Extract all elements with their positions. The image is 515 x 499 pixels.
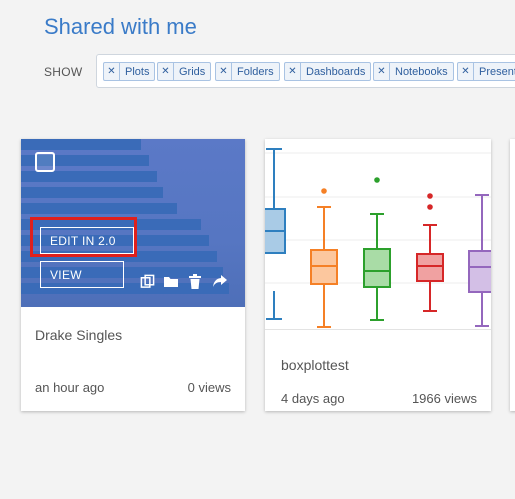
page-title: Shared with me — [44, 14, 197, 39]
filter-bar[interactable]: ✕ Plots ✕ Grids ✕ Folders ✕ Dashboards ✕… — [96, 54, 515, 88]
filter-chip-presentations[interactable]: ✕ Presentations — [457, 62, 515, 81]
card-thumbnail[interactable] — [265, 139, 491, 329]
chip-label: Grids — [179, 65, 206, 78]
box-purple — [468, 194, 491, 327]
chip-label: Presentations — [479, 65, 515, 78]
box-red — [416, 193, 444, 312]
thumbnail-bar — [21, 139, 141, 150]
file-card[interactable] — [510, 139, 515, 411]
filter-chip-folders[interactable]: ✕ Folders — [215, 62, 280, 81]
card-timestamp: an hour ago — [35, 380, 105, 395]
card-divider — [265, 329, 491, 330]
remove-icon[interactable]: ✕ — [158, 63, 174, 80]
copy-icon[interactable] — [139, 273, 155, 289]
filter-chip-dashboards[interactable]: ✕ Dashboards — [284, 62, 372, 81]
highlight-box — [30, 217, 137, 257]
remove-icon[interactable]: ✕ — [374, 63, 390, 80]
filter-chip-plots[interactable]: ✕ Plots — [103, 62, 156, 81]
share-icon[interactable] — [211, 273, 227, 289]
chip-label: Notebooks — [395, 65, 448, 78]
card-thumbnail[interactable]: EDIT IN 2.0 VIEW — [21, 139, 245, 307]
box-blue — [265, 148, 286, 320]
remove-icon[interactable]: ✕ — [285, 63, 301, 80]
remove-icon[interactable]: ✕ — [104, 63, 120, 80]
trash-icon[interactable] — [187, 273, 203, 289]
view-button[interactable]: VIEW — [40, 261, 124, 288]
box-orange — [310, 188, 338, 328]
card-timestamp: 4 days ago — [281, 391, 345, 406]
filter-chip-grids[interactable]: ✕ Grids — [157, 62, 212, 81]
thumbnail-bar — [21, 203, 177, 214]
card-title[interactable]: boxplottest — [281, 357, 349, 373]
show-label: SHOW — [44, 65, 83, 79]
folder-icon[interactable] — [163, 273, 179, 289]
card-view-count: 0 views — [187, 380, 231, 395]
card-view-count: 1966 views — [411, 391, 477, 406]
chip-label: Dashboards — [306, 65, 366, 78]
card-actions — [139, 273, 227, 289]
thumbnail-bar — [21, 187, 163, 198]
file-card[interactable]: boxplottest 4 days ago 1966 views — [265, 139, 491, 411]
remove-icon[interactable]: ✕ — [458, 63, 474, 80]
thumbnail-bar — [21, 171, 157, 182]
card-title[interactable]: Drake Singles — [35, 327, 122, 343]
chip-label: Folders — [237, 65, 274, 78]
select-checkbox[interactable] — [35, 152, 55, 172]
remove-icon[interactable]: ✕ — [216, 63, 232, 80]
box-green — [363, 177, 391, 321]
file-card[interactable]: EDIT IN 2.0 VIEW Drake Singles an hour a… — [21, 139, 245, 411]
filter-chip-notebooks[interactable]: ✕ Notebooks — [373, 62, 454, 81]
chip-label: Plots — [125, 65, 150, 78]
